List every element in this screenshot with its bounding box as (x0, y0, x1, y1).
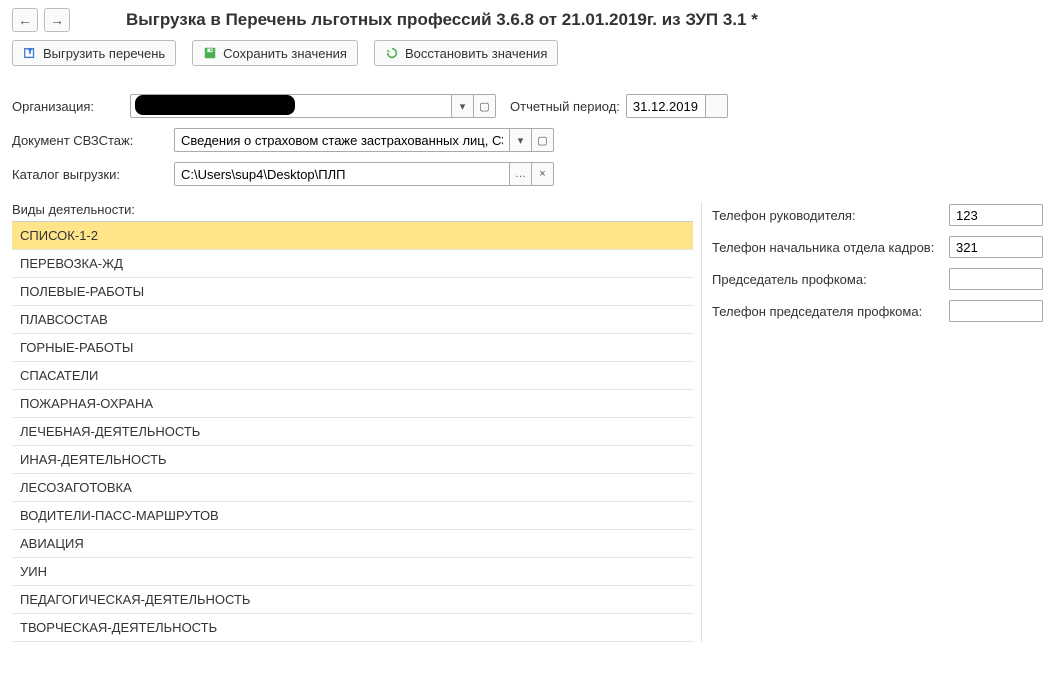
chairman-input[interactable] (949, 268, 1043, 290)
arrow-left-icon: ← (18, 12, 32, 28)
period-calendar-button[interactable] (705, 95, 727, 117)
export-button-label: Выгрузить перечень (43, 46, 165, 61)
doc-input[interactable] (175, 129, 509, 151)
activity-item[interactable]: ПЕДАГОГИЧЕСКАЯ-ДЕЯТЕЛЬНОСТЬ (12, 586, 693, 614)
doc-dropdown-button[interactable]: ▾ (509, 129, 531, 151)
activity-item[interactable]: УИН (12, 558, 693, 586)
catalog-browse-button[interactable]: … (509, 163, 531, 185)
nav-back-button[interactable]: ← (12, 8, 38, 32)
nav-forward-button[interactable]: → (44, 8, 70, 32)
catalog-input[interactable] (175, 163, 509, 185)
period-input[interactable] (627, 95, 705, 117)
catalog-label: Каталог выгрузки: (12, 167, 168, 182)
org-open-button[interactable]: ▢ (473, 95, 495, 117)
export-icon (23, 46, 37, 60)
open-icon: ▢ (479, 100, 489, 113)
chevron-down-icon: ▾ (460, 100, 466, 113)
chairman-label: Председатель профкома: (712, 272, 941, 287)
org-dropdown-button[interactable]: ▾ (451, 95, 473, 117)
open-icon: ▢ (537, 134, 547, 147)
chevron-down-icon: ▾ (518, 134, 524, 147)
tel-chairman-input[interactable] (949, 300, 1043, 322)
org-label: Организация: (12, 99, 124, 114)
activity-item[interactable]: СПАСАТЕЛИ (12, 362, 693, 390)
activities-header: Виды деятельности: (12, 202, 693, 217)
activities-list: СПИСОК-1-2ПЕРЕВОЗКА-ЖДПОЛЕВЫЕ-РАБОТЫПЛАВ… (12, 221, 693, 642)
tel-hr-label: Телефон начальника отдела кадров: (712, 240, 941, 255)
restore-button[interactable]: Восстановить значения (374, 40, 558, 66)
activity-item[interactable]: ПОЖАРНАЯ-ОХРАНА (12, 390, 693, 418)
tel-chairman-label: Телефон председателя профкома: (712, 304, 941, 319)
tel-hr-input[interactable] (949, 236, 1043, 258)
activity-item[interactable]: ГОРНЫЕ-РАБОТЫ (12, 334, 693, 362)
restore-icon (385, 46, 399, 60)
doc-field[interactable]: ▾ ▢ (174, 128, 554, 152)
activity-item[interactable]: ЛЕСОЗАГОТОВКА (12, 474, 693, 502)
ellipsis-icon: … (515, 168, 526, 180)
period-label: Отчетный период: (510, 99, 620, 114)
org-redacted (135, 95, 295, 115)
activity-item[interactable]: ЛЕЧЕБНАЯ-ДЕЯТЕЛЬНОСТЬ (12, 418, 693, 446)
save-icon (203, 46, 217, 60)
doc-open-button[interactable]: ▢ (531, 129, 553, 151)
activity-item[interactable]: ТВОРЧЕСКАЯ-ДЕЯТЕЛЬНОСТЬ (12, 614, 693, 642)
activity-item[interactable]: ВОДИТЕЛИ-ПАСС-МАРШРУТОВ (12, 502, 693, 530)
activity-item[interactable]: СПИСОК-1-2 (12, 222, 693, 250)
catalog-field[interactable]: … × (174, 162, 554, 186)
tel-head-label: Телефон руководителя: (712, 208, 941, 223)
period-field[interactable] (626, 94, 728, 118)
restore-button-label: Восстановить значения (405, 46, 547, 61)
activity-item[interactable]: АВИАЦИЯ (12, 530, 693, 558)
save-button[interactable]: Сохранить значения (192, 40, 358, 66)
org-field[interactable]: ▾ ▢ (130, 94, 496, 118)
activity-item[interactable]: ПЛАВСОСТАВ (12, 306, 693, 334)
catalog-clear-button[interactable]: × (531, 163, 553, 185)
export-button[interactable]: Выгрузить перечень (12, 40, 176, 66)
arrow-right-icon: → (50, 12, 64, 28)
activity-item[interactable]: ПЕРЕВОЗКА-ЖД (12, 250, 693, 278)
clear-icon: × (539, 168, 545, 180)
doc-label: Документ СВЗСтаж: (12, 133, 168, 148)
save-button-label: Сохранить значения (223, 46, 347, 61)
activity-item[interactable]: ИНАЯ-ДЕЯТЕЛЬНОСТЬ (12, 446, 693, 474)
activity-item[interactable]: ПОЛЕВЫЕ-РАБОТЫ (12, 278, 693, 306)
tel-head-input[interactable] (949, 204, 1043, 226)
page-title: Выгрузка в Перечень льготных профессий 3… (126, 10, 758, 30)
